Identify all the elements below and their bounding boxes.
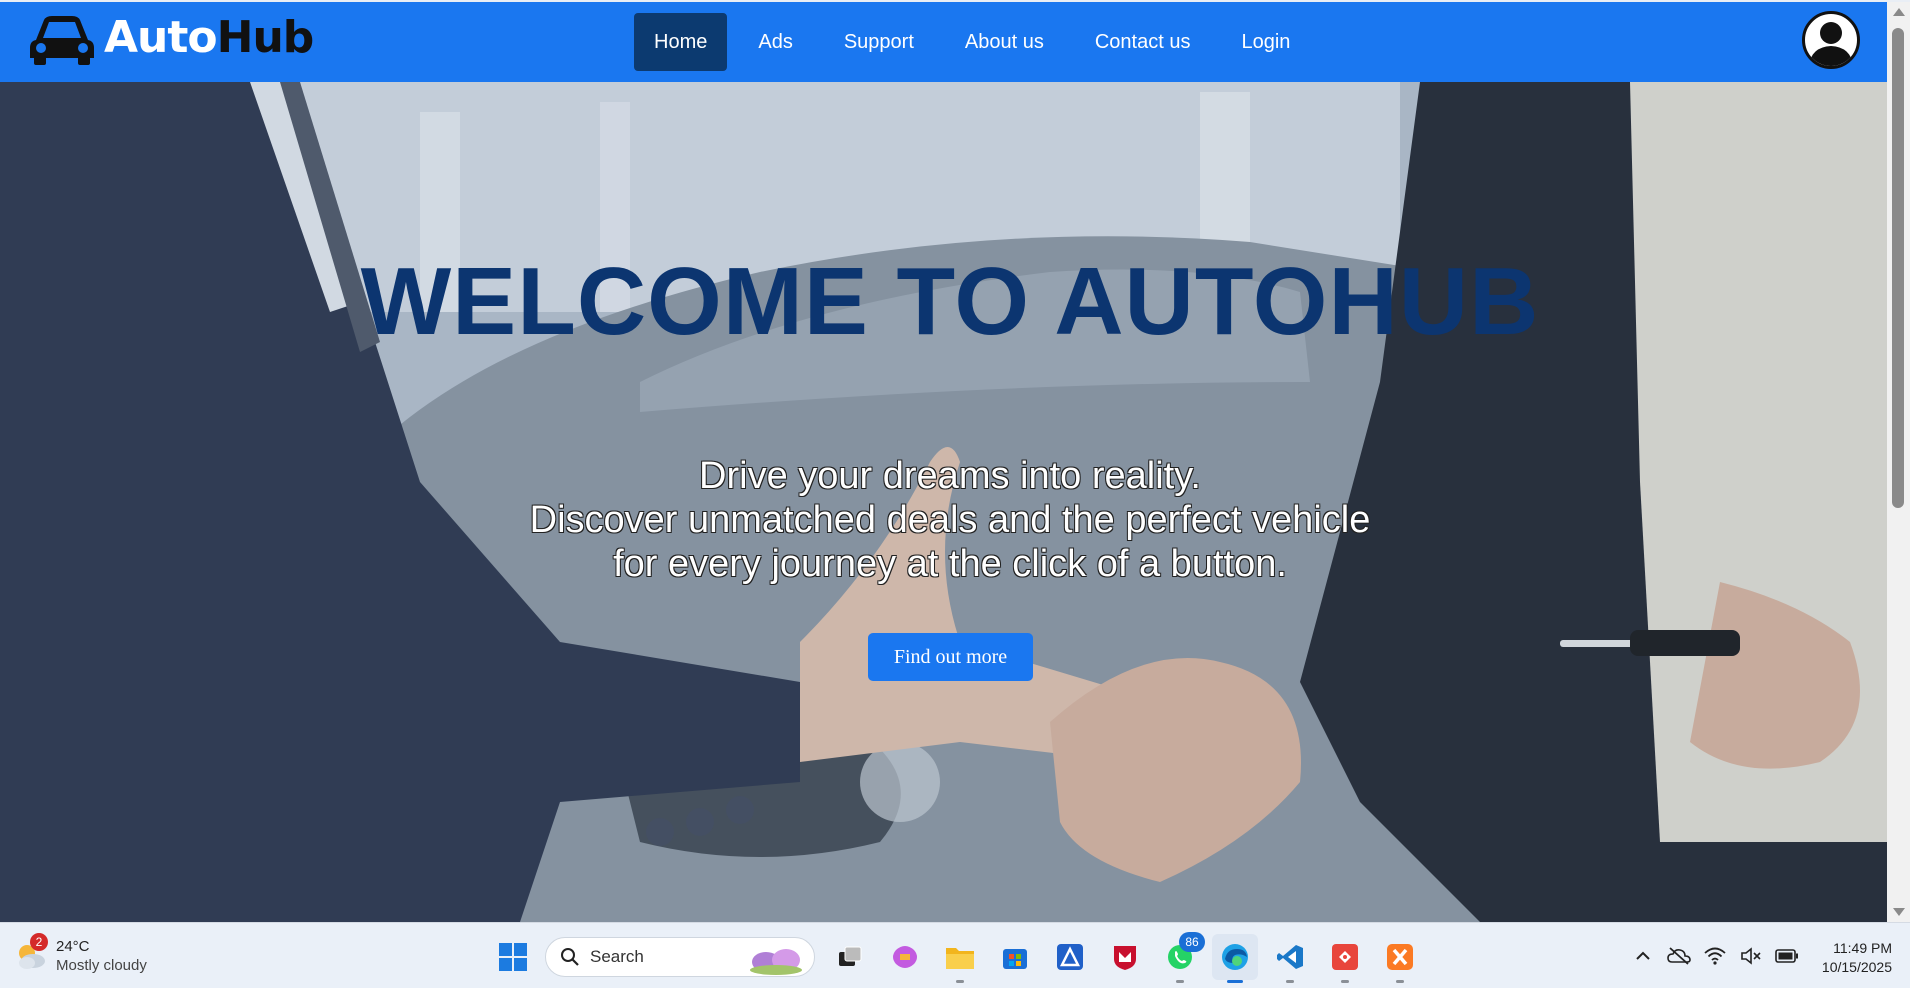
whatsapp-icon[interactable]: 86 <box>1157 932 1205 983</box>
windows-taskbar: 2 24°C Mostly cloudy Search 86 11:49 PM … <box>0 922 1910 988</box>
running-indicator <box>956 980 964 983</box>
nav-link-login[interactable]: Login <box>1221 13 1310 71</box>
hero-tagline: Drive your dreams into reality. Discover… <box>0 454 1887 586</box>
car-logo-icon <box>30 16 94 65</box>
nav-link-about-us[interactable]: About us <box>945 13 1064 71</box>
scroll-up-arrow-icon[interactable] <box>1893 8 1905 16</box>
cloudy-weather-icon: 2 <box>14 933 48 973</box>
task-view-icon[interactable] <box>827 934 873 980</box>
weather-badge: 2 <box>30 933 48 951</box>
running-indicator <box>1396 980 1404 983</box>
file-explorer-icon[interactable] <box>937 934 983 983</box>
active-indicator <box>1227 980 1243 983</box>
logo-text-auto: Auto <box>104 12 218 63</box>
scroll-thumb[interactable] <box>1892 28 1904 508</box>
find-out-more-button[interactable]: Find out more <box>868 633 1033 681</box>
copilot-icon[interactable] <box>882 934 928 980</box>
vscode-icon[interactable] <box>1267 934 1313 983</box>
scroll-down-arrow-icon[interactable] <box>1893 908 1905 916</box>
weather-widget[interactable]: 2 24°C Mostly cloudy <box>14 933 147 975</box>
weather-text: 24°C Mostly cloudy <box>56 937 147 975</box>
start-icon[interactable] <box>490 934 536 980</box>
git-icon[interactable] <box>1322 934 1368 983</box>
app-blue-icon[interactable] <box>1047 934 1093 980</box>
battery-icon[interactable] <box>1772 941 1802 971</box>
taskbar-apps: Search 86 <box>490 932 1432 983</box>
nav-link-ads[interactable]: Ads <box>738 13 812 71</box>
xampp-icon[interactable] <box>1377 934 1423 983</box>
clock-time: 11:49 PM <box>1833 940 1892 956</box>
weather-condition: Mostly cloudy <box>56 957 147 974</box>
nav-links: Home Ads Support About us Contact us Log… <box>634 13 1321 71</box>
volume-muted-icon[interactable] <box>1736 941 1766 971</box>
wifi-icon[interactable] <box>1700 941 1730 971</box>
onedrive-off-icon[interactable] <box>1664 941 1694 971</box>
nav-link-contact-us[interactable]: Contact us <box>1075 13 1211 71</box>
logo-text-hub: Hub <box>216 12 315 63</box>
running-indicator <box>1176 980 1184 983</box>
hero-tagline-line: for every journey at the click of a butt… <box>613 543 1287 585</box>
hero-section: WELCOME TO AUTOHUB Drive your dreams int… <box>0 82 1887 922</box>
hero-title: WELCOME TO AUTOHUB <box>360 248 1540 355</box>
hero-tagline-line: Drive your dreams into reality. <box>699 455 1201 497</box>
nav-link-home[interactable]: Home <box>634 13 728 71</box>
running-indicator <box>1286 980 1294 983</box>
user-avatar[interactable] <box>1802 11 1860 69</box>
system-tray <box>1628 941 1808 971</box>
chevron-up-icon[interactable] <box>1628 941 1658 971</box>
logo-text: AutoHub <box>104 16 314 60</box>
user-silhouette-icon <box>1809 22 1853 66</box>
search-icon <box>561 948 579 966</box>
running-indicator <box>1341 980 1349 983</box>
whatsapp-badge: 86 <box>1179 932 1205 952</box>
system-clock[interactable]: 11:49 PM 10/15/2025 <box>1800 939 1892 977</box>
search-placeholder: Search <box>590 947 644 966</box>
top-navbar: AutoHub Home Ads Support About us Contac… <box>0 2 1887 82</box>
microsoft-store-icon[interactable] <box>992 934 1038 980</box>
page-scrollbar[interactable] <box>1887 2 1910 922</box>
hero-tagline-line: Discover unmatched deals and the perfect… <box>529 499 1371 541</box>
weather-temp: 24°C <box>56 938 90 955</box>
mcafee-icon[interactable] <box>1102 934 1148 980</box>
nav-link-support[interactable]: Support <box>824 13 934 71</box>
edge-icon[interactable] <box>1212 934 1258 983</box>
clock-date: 10/15/2025 <box>1821 959 1892 975</box>
autohub-logo[interactable]: AutoHub <box>26 10 314 66</box>
taskbar-search-input[interactable]: Search <box>545 937 815 977</box>
search-highlight-icon <box>750 949 802 975</box>
